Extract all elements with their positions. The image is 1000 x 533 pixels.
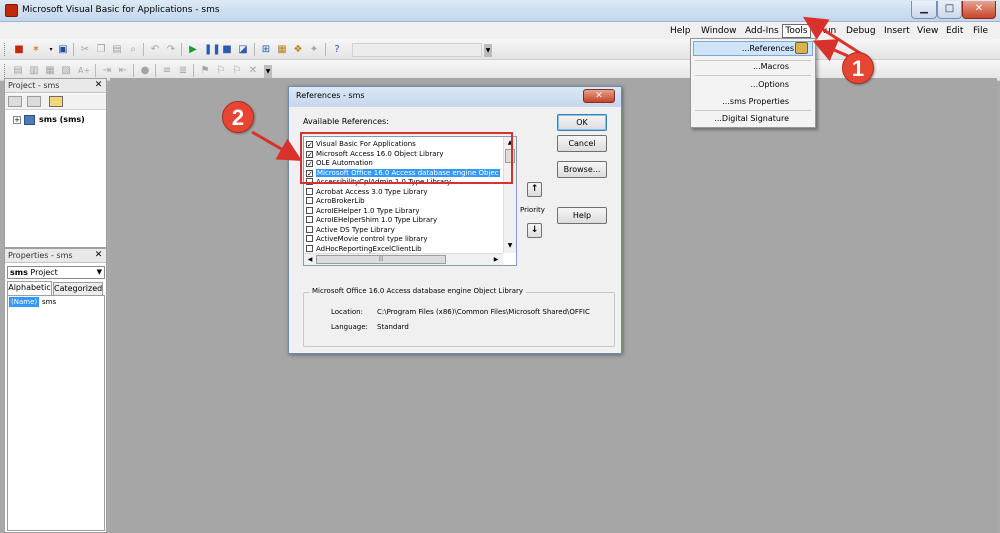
- callout-step-2: 2: [222, 101, 254, 133]
- arrow-1: [812, 39, 849, 62]
- arrow-2: [251, 130, 303, 162]
- callout-step-1: 1: [842, 52, 874, 84]
